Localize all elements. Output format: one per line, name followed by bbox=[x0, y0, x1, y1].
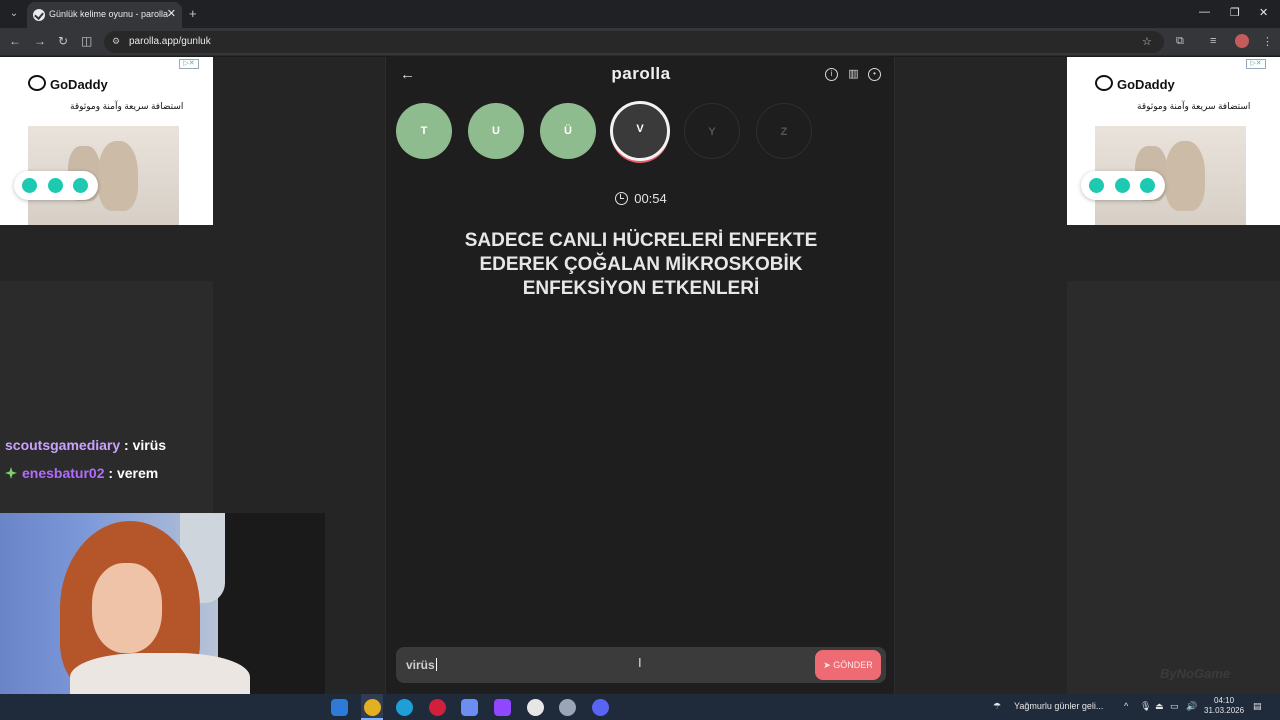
tray-overflow-icon[interactable]: ^ bbox=[1124, 701, 1128, 711]
extensions-icon[interactable]: ⧉ bbox=[1176, 35, 1184, 48]
letter-circle-v: V bbox=[610, 101, 670, 161]
ad-tagline: استضافة سريعة وآمنة وموثوقة bbox=[1137, 101, 1251, 111]
obs-icon[interactable] bbox=[527, 699, 544, 716]
reload-icon[interactable]: ↻ bbox=[58, 34, 68, 48]
info-icon[interactable]: i bbox=[825, 68, 838, 81]
discord-icon[interactable] bbox=[592, 699, 609, 716]
url-field[interactable]: ⚙ parolla.app/gunluk bbox=[104, 31, 1164, 53]
answer-value: virüs bbox=[406, 658, 435, 672]
twitch-icon[interactable] bbox=[494, 699, 511, 716]
adchoices-icon[interactable]: ▷✕ bbox=[1246, 59, 1266, 69]
parolla-app: ← parolla i ▥ • T U Ü V Y Z 00:54 SADECE… bbox=[385, 57, 895, 694]
notifications-icon[interactable]: ▤ bbox=[1253, 701, 1262, 712]
tab-search-icon[interactable]: ⌄ bbox=[6, 6, 22, 22]
question-text: SADECE CANLI HÜCRELERİ ENFEKTE EDEREK ÇO… bbox=[464, 230, 818, 299]
address-bar: ← → ↻ ◫ ⚙ parolla.app/gunluk ☆ ⧉ ≡ ⋮ bbox=[0, 28, 1280, 56]
ad-feature-icon bbox=[48, 178, 63, 193]
adchoices-icon[interactable]: ▷✕ bbox=[179, 59, 199, 69]
left-ad[interactable]: GoDaddy استضافة سريعة وآمنة وموثوقة ▷✕ bbox=[0, 57, 213, 225]
ad-feature-icons bbox=[1081, 171, 1165, 200]
taskbar: ☂ Yağmurlu günler geli... ^ 🎙 ⏏ ▭ 🔊 04:1… bbox=[0, 694, 1280, 720]
ad-feature-icon bbox=[1089, 178, 1104, 193]
weather-text[interactable]: Yağmurlu günler geli... bbox=[1014, 701, 1103, 711]
volume-icon[interactable]: 🔊 bbox=[1186, 701, 1197, 712]
send-icon: ➤ bbox=[823, 660, 834, 670]
copilot-icon[interactable] bbox=[461, 699, 478, 716]
right-gutter bbox=[1067, 281, 1280, 694]
chat-message: scoutsgamediary : virüs bbox=[5, 437, 167, 453]
taskbar-clock[interactable]: 04:10 31.03.2026 bbox=[1204, 696, 1244, 716]
letter-circle-u-umlaut: Ü bbox=[540, 103, 596, 159]
ad-feature-icons bbox=[14, 171, 98, 200]
minimize-icon[interactable]: — bbox=[1199, 6, 1210, 18]
microphone-icon[interactable]: 🎙 bbox=[1140, 701, 1151, 712]
edge-icon[interactable] bbox=[396, 699, 413, 716]
chat-text: verem bbox=[116, 465, 159, 481]
clock-time: 04:10 bbox=[1214, 696, 1235, 705]
clock-icon bbox=[615, 192, 629, 205]
opera-icon[interactable] bbox=[429, 699, 446, 716]
url-text: parolla.app/gunluk bbox=[129, 36, 211, 47]
weather-icon[interactable]: ☂ bbox=[993, 701, 1001, 712]
profile-icon[interactable]: • bbox=[868, 68, 881, 81]
tab-title: Günlük kelime oyunu - parolla bbox=[49, 9, 169, 19]
browser-menu-icon[interactable]: ⋮ bbox=[1262, 35, 1273, 48]
chrome-icon[interactable] bbox=[364, 699, 381, 716]
chat-username: scoutsgamediary bbox=[5, 437, 121, 453]
timer: 00:54 bbox=[386, 191, 896, 206]
text-cursor-icon: I bbox=[638, 655, 642, 670]
settings-icon[interactable] bbox=[559, 699, 576, 716]
stream-watermark: ByNoGame bbox=[1160, 666, 1231, 681]
letter-circle-u: U bbox=[468, 103, 524, 159]
browser-tabbar: ⌄ Günlük kelime oyunu - parolla ✕ + — ❐ … bbox=[0, 0, 1280, 28]
taskbar-app-icon[interactable] bbox=[331, 699, 348, 716]
timer-value: 00:54 bbox=[634, 191, 667, 206]
send-label: GÖNDER bbox=[833, 660, 873, 670]
ad-tagline: استضافة سريعة وآمنة وموثوقة bbox=[70, 101, 184, 111]
ad-feature-icon bbox=[22, 178, 37, 193]
app-logo: parolla bbox=[611, 64, 671, 83]
usb-icon[interactable]: ⏏ bbox=[1155, 701, 1164, 712]
ad-feature-icon bbox=[1140, 178, 1155, 193]
ad-feature-icon bbox=[73, 178, 88, 193]
right-ad[interactable]: GoDaddy استضافة سريعة وآمنة وموثوقة ▷✕ bbox=[1067, 57, 1280, 225]
maximize-icon[interactable]: ❐ bbox=[1230, 6, 1240, 19]
network-icon[interactable]: ▭ bbox=[1170, 701, 1179, 712]
site-info-icon[interactable]: ⚙ bbox=[112, 36, 122, 46]
new-tab-icon[interactable]: + bbox=[189, 6, 197, 21]
back-icon[interactable]: ← bbox=[9, 34, 21, 48]
browser-tab[interactable]: Günlük kelime oyunu - parolla ✕ bbox=[27, 2, 182, 28]
tab-close-icon[interactable]: ✕ bbox=[167, 7, 176, 20]
tab-groups-icon[interactable]: ≡ bbox=[1210, 35, 1216, 47]
bookmark-star-icon[interactable]: ☆ bbox=[1142, 35, 1152, 48]
letter-circle-z: Z bbox=[756, 103, 812, 159]
letter-circle-t: T bbox=[396, 103, 452, 159]
webcam-overlay bbox=[0, 513, 325, 694]
ad-brand: GoDaddy bbox=[28, 75, 108, 92]
page-content: GoDaddy استضافة سريعة وآمنة وموثوقة ▷✕ G… bbox=[0, 57, 1280, 694]
chat-message: enesbatur02 : verem bbox=[5, 465, 158, 481]
chat-text: virüs bbox=[132, 437, 167, 453]
sub-badge-icon bbox=[5, 467, 17, 479]
window-close-icon[interactable]: ✕ bbox=[1259, 6, 1268, 19]
sidebar-icon[interactable]: ◫ bbox=[81, 34, 92, 48]
clock-date: 31.03.2026 bbox=[1204, 706, 1245, 715]
letter-circle-y: Y bbox=[684, 103, 740, 159]
chat-username: enesbatur02 bbox=[22, 465, 105, 481]
tab-favicon-icon bbox=[33, 9, 45, 21]
ad-feature-icon bbox=[1115, 178, 1130, 193]
ad-brand: GoDaddy bbox=[1095, 75, 1175, 92]
stats-icon[interactable]: ▥ bbox=[847, 68, 860, 81]
forward-icon[interactable]: → bbox=[34, 34, 46, 48]
profile-avatar[interactable] bbox=[1235, 34, 1249, 48]
send-button[interactable]: ➤ GÖNDER bbox=[815, 650, 881, 680]
